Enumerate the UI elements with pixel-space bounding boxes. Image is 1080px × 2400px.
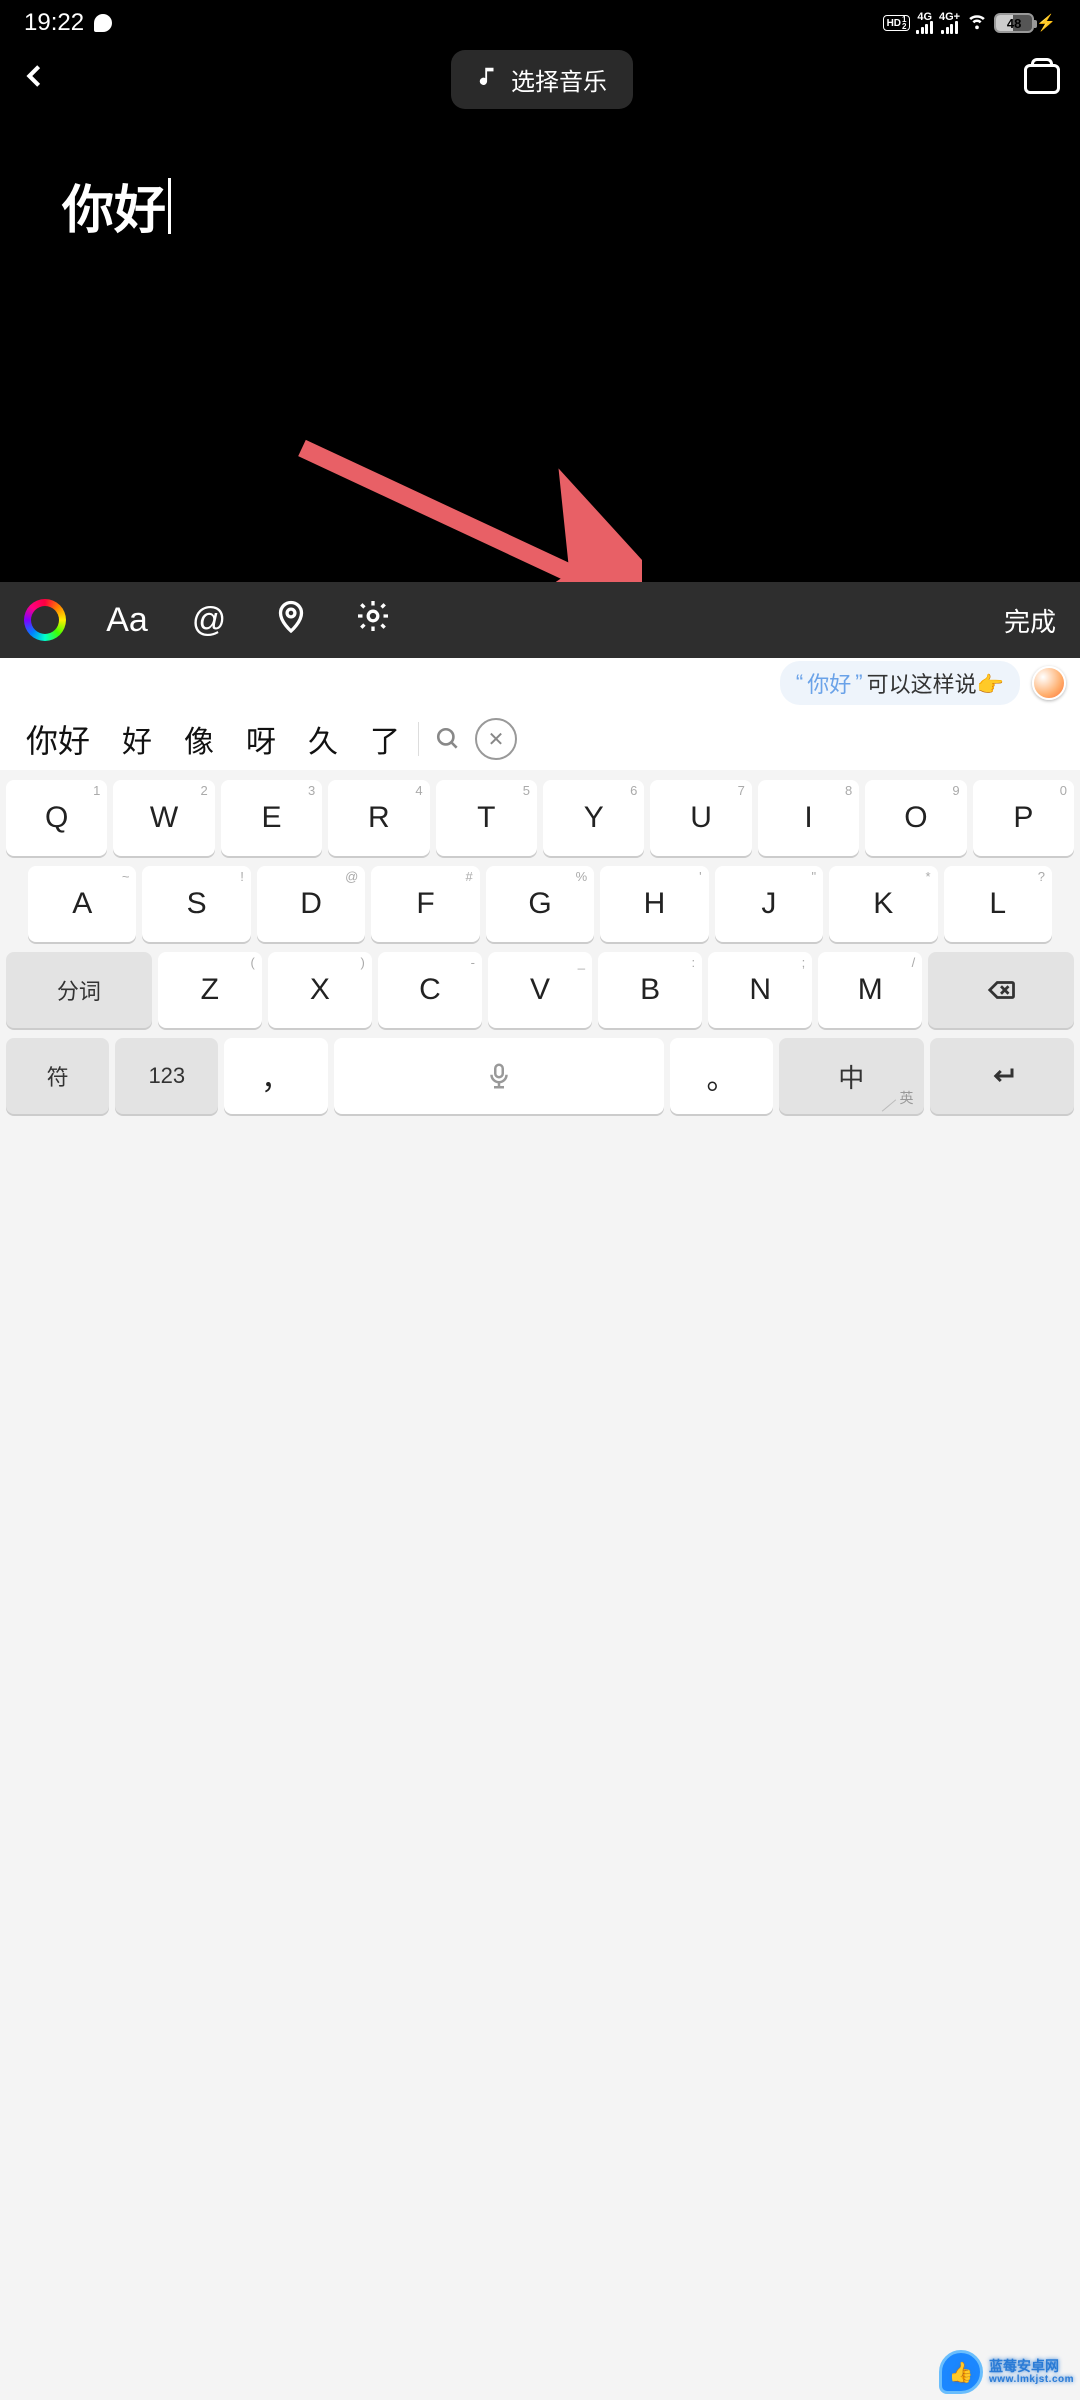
key-e[interactable]: 3E (221, 780, 322, 856)
key-m[interactable]: /M (818, 952, 922, 1028)
watermark: 👍 蓝莓安卓网 www.lmkjst.com (939, 2350, 1074, 2394)
key-i[interactable]: 8I (758, 780, 859, 856)
key-f[interactable]: #F (371, 866, 479, 942)
key-a[interactable]: ~A (28, 866, 136, 942)
text-input-canvas[interactable]: 你好 (62, 168, 171, 243)
key-b[interactable]: :B (598, 952, 702, 1028)
status-left: 19:22 (24, 9, 112, 37)
key-d[interactable]: @D (257, 866, 365, 942)
key-l[interactable]: ?L (944, 866, 1052, 942)
space-mic-key[interactable] (334, 1038, 664, 1114)
candidate[interactable]: 呀 (230, 717, 292, 761)
key-q[interactable]: 1Q (6, 780, 107, 856)
candidate[interactable]: 好 (106, 717, 168, 761)
keyboard-mascot-icon[interactable] (1032, 666, 1066, 700)
clock: 19:22 (24, 9, 84, 37)
key-z[interactable]: (Z (158, 952, 262, 1028)
layers-icon[interactable] (1024, 64, 1060, 94)
key-u[interactable]: 7U (650, 780, 751, 856)
status-right: HD 12 4G 4G+ 48 ⚡ (883, 9, 1056, 38)
key-h[interactable]: 'H (600, 866, 708, 942)
candidate-row: 你好 好 像 呀 久 了 ✕ (0, 708, 1080, 770)
location-button[interactable] (270, 598, 312, 643)
signal-2: 4G+ (939, 13, 960, 34)
key-y[interactable]: 6Y (543, 780, 644, 856)
battery-indicator: 48 ⚡ (994, 13, 1056, 33)
suggestion-pill[interactable]: “ 你好 ” 可以这样说👉 (780, 661, 1020, 705)
key-s[interactable]: !S (142, 866, 250, 942)
comma-key[interactable]: ， (224, 1038, 327, 1114)
music-label: 选择音乐 (511, 62, 607, 97)
candidate[interactable]: 像 (168, 717, 230, 761)
status-bar: 19:22 HD 12 4G 4G+ 48 ⚡ (0, 0, 1080, 46)
wifi-icon (966, 9, 988, 38)
key-grid: 1Q2W3E4R5T6Y7U8I9O0P ~A!S@D#F%G'H"J*K?L … (0, 770, 1080, 1114)
watermark-url: www.lmkjst.com (989, 2374, 1074, 2385)
font-button[interactable]: Aa (106, 601, 148, 640)
key-j[interactable]: "J (715, 866, 823, 942)
watermark-badge-icon: 👍 (939, 2350, 983, 2394)
notification-bubble-icon (94, 14, 112, 32)
key-t[interactable]: 5T (436, 780, 537, 856)
watermark-title: 蓝莓安卓网 (989, 2359, 1074, 2374)
key-o[interactable]: 9O (865, 780, 966, 856)
entered-text: 你好 (62, 168, 166, 243)
charging-icon: ⚡ (1036, 13, 1056, 33)
split-word-key[interactable]: 分词 (6, 952, 152, 1028)
keyboard: “ 你好 ” 可以这样说👉 你好 好 像 呀 久 了 ✕ 1Q2W3E4R5T6… (0, 658, 1080, 2400)
text-cursor (168, 178, 171, 234)
numeric-key[interactable]: 123 (115, 1038, 218, 1114)
color-picker-button[interactable] (24, 599, 66, 641)
language-toggle-key[interactable]: 中 英 (779, 1038, 923, 1114)
music-note-icon (477, 65, 499, 94)
mention-button[interactable]: @ (188, 601, 230, 640)
symbol-key[interactable]: 符 (6, 1038, 109, 1114)
enter-key[interactable] (930, 1038, 1074, 1114)
key-p[interactable]: 0P (973, 780, 1074, 856)
key-x[interactable]: )X (268, 952, 372, 1028)
select-music-button[interactable]: 选择音乐 (451, 50, 633, 109)
candidate[interactable]: 了 (354, 717, 416, 761)
candidate[interactable]: 久 (292, 717, 354, 761)
key-r[interactable]: 4R (328, 780, 429, 856)
keyboard-suggestion-bar: “ 你好 ” 可以这样说👉 (0, 658, 1080, 708)
top-bar: 选择音乐 (0, 46, 1080, 112)
key-n[interactable]: ;N (708, 952, 812, 1028)
back-button[interactable] (20, 62, 60, 96)
settings-button[interactable] (352, 598, 394, 643)
backspace-key[interactable] (928, 952, 1074, 1028)
signal-1: 4G (916, 13, 933, 34)
done-button[interactable]: 完成 (1004, 602, 1056, 639)
key-g[interactable]: %G (486, 866, 594, 942)
hd-badge: HD 12 (883, 15, 911, 31)
key-v[interactable]: _V (488, 952, 592, 1028)
key-c[interactable]: -C (378, 952, 482, 1028)
candidate-close-icon[interactable]: ✕ (475, 718, 517, 760)
candidate[interactable]: 你好 (10, 716, 106, 762)
key-w[interactable]: 2W (113, 780, 214, 856)
key-k[interactable]: *K (829, 866, 937, 942)
text-edit-toolbar: Aa @ 完成 (0, 582, 1080, 658)
candidate-search-icon[interactable] (427, 718, 469, 760)
period-key[interactable]: 。 (670, 1038, 773, 1114)
